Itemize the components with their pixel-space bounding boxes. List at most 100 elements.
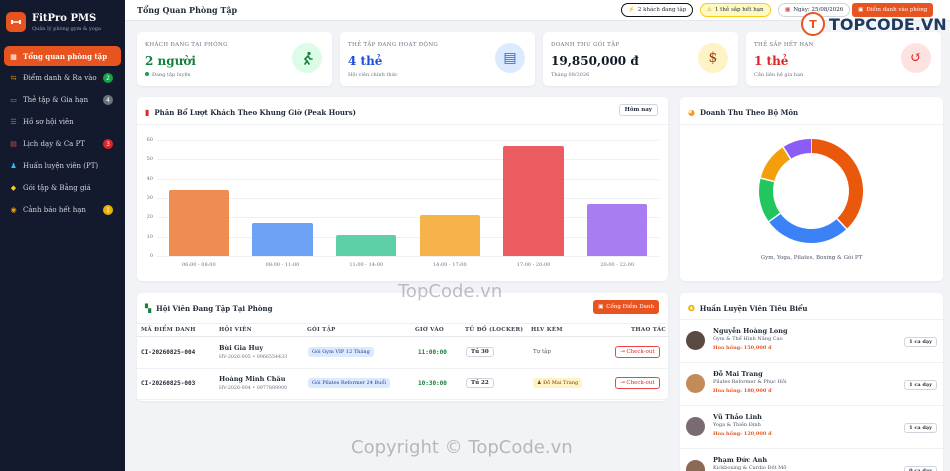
door-icon: ▚ — [145, 303, 152, 313]
stat-sub-text: Đang tập luyện — [152, 72, 191, 78]
package-tag: Gói Gym VIP 12 Tháng — [308, 347, 374, 357]
table-row: CI-20260825-004 Bùi Gia Huy HV-2026-005 • … — [137, 338, 668, 369]
sidebar-item-4[interactable]: ▤ Lịch dạy & Ca PT 3 — [4, 134, 121, 154]
coach-tag: ♟ Đỗ Mai Trang — [533, 378, 583, 388]
grid-icon: ▦ — [10, 51, 17, 61]
checkin-code: CI-20260825-003 — [141, 380, 196, 387]
id-card-icon: ▤ — [495, 43, 525, 73]
sidebar-item-0[interactable]: ▦ Tổng quan phòng tập — [4, 46, 121, 66]
table-header: MÃ ĐIỂM DANH HỘI VIÊN GÓI TẬP GIỜ VÀO TỦ ĐỒ … — [137, 323, 668, 337]
sidebar-item-label: Thẻ tập & Gia hạn — [23, 96, 89, 104]
checkout-button[interactable]: ⇥ Check-out — [615, 346, 660, 358]
avatar — [686, 460, 705, 471]
bar-4[interactable] — [503, 145, 564, 256]
stat-sub-text: Tháng 08/2026 — [551, 72, 590, 78]
coach-name: Đỗ Mai Trang — [543, 380, 579, 386]
bar-2[interactable] — [336, 234, 397, 256]
trainer-specialty: Yoga & Thiền Định — [713, 422, 761, 428]
bar-1[interactable] — [252, 223, 313, 256]
trainers-title: ✪ Huấn Luyện Viên Tiêu Biểu — [688, 303, 807, 313]
stat-card-0: KHÁCH ĐANG TẠI PHÒNG 2 người Đang tập luyệ… — [137, 32, 332, 86]
donut-slice-1[interactable] — [768, 213, 847, 243]
members-title: ▚ Hội Viên Đang Tập Tại Phòng — [145, 303, 272, 313]
y-tick-label: 30 — [146, 195, 153, 201]
sidebar-item-1[interactable]: ⇆ Điểm danh & Ra vào 2 — [4, 68, 121, 88]
stat-label: THẺ TẬP ĐANG HOẠT ĐỘNG — [348, 42, 439, 48]
checkout-button[interactable]: ⇥ Check-out — [615, 377, 660, 389]
trainer-commission: Hoa hồng: 180,000 đ — [713, 388, 772, 394]
sidebar-item-3[interactable]: ☰ Hồ sơ hội viên — [4, 112, 121, 132]
sidebar-item-label: Gói tập & Bảng giá — [23, 184, 91, 192]
center-watermark: TopCode.vn — [398, 281, 503, 302]
gridline — [157, 140, 659, 141]
sidebar-item-2[interactable]: ▭ Thẻ tập & Gia hạn 4 — [4, 90, 121, 110]
trainers-panel: ✪ Huấn Luyện Viên Tiêu Biểu Nguyễn Hoàng… — [680, 293, 943, 471]
locker-badge: Tủ 30 — [466, 347, 494, 357]
stat-card-1: THẺ TẬP ĐANG HOẠT ĐỘNG 4 thẻ Hội viên chín… — [340, 32, 535, 86]
trainers-title-text: Huấn Luyện Viên Tiêu Biểu — [699, 303, 808, 313]
checkout-label: Check-out — [626, 349, 655, 355]
trainer-name: Vũ Thảo Linh — [713, 413, 762, 421]
package-tag: Gói Pilates Reformer 24 Buổi — [308, 378, 391, 388]
donut-slice-4[interactable] — [783, 139, 812, 160]
brand-name: FitPro PMS — [32, 12, 97, 24]
table-row: CI-20260825-003 Hoàng Minh Châu HV-2026-00… — [137, 369, 668, 400]
trainer-specialty: Kickboxing & Cardio Đốt Mỡ — [713, 465, 787, 471]
trainer-name: Nguyễn Hoàng Long — [713, 327, 788, 335]
calendar-icon: ▤ — [10, 140, 17, 148]
trainer-row[interactable]: Nguyễn Hoàng Long Gym & Thể Hình Nâng Cao… — [680, 320, 943, 363]
donut-slice-3[interactable] — [760, 147, 791, 182]
stat-label: DOANH THU GÓI TẬP — [551, 42, 620, 48]
sidebar-item-6[interactable]: ◆ Gói tập & Bảng giá — [4, 178, 121, 198]
member-name[interactable]: Bùi Gia Huy — [219, 344, 263, 352]
sidebar-item-5[interactable]: ♟ Huấn luyện viên (PT) — [4, 156, 121, 176]
bar-5[interactable] — [587, 203, 648, 256]
sidebar-item-7[interactable]: ◉ Cảnh báo hết hạn 1 — [4, 200, 121, 220]
trainer-commission: Hoa hồng: 120,000 đ — [713, 431, 772, 437]
members-title-text: Hội Viên Đang Tập Tại Phòng — [156, 303, 273, 313]
trainer-row[interactable]: Vũ Thảo Linh Yoga & Thiền Định Hoa hồng: 1… — [680, 406, 943, 449]
checkin-gate-button[interactable]: ▣ Cổng Điểm Danh — [593, 300, 659, 314]
checkin-gate-label: Cổng Điểm Danh — [606, 304, 654, 310]
peak-hours-panel: ▮ Phân Bổ Lượt Khách Theo Khung Giờ (Pea… — [137, 97, 668, 281]
x-tick-label: 14:00 - 17:00 — [432, 262, 467, 268]
bar-3[interactable] — [419, 215, 480, 256]
expiring-cards-pill[interactable]: ⚠ 1 thẻ sắp hết hạn — [700, 3, 771, 17]
stat-sub: Cần liên hệ gia hạn — [754, 72, 803, 78]
member-name[interactable]: Hoàng Minh Châu — [219, 375, 285, 383]
status-dot — [145, 72, 149, 76]
revenue-caption: Gym, Yoga, Pilates, Boxing & Gói PT — [760, 255, 863, 261]
active-guests-label: 2 khách đang tập — [637, 7, 687, 13]
sidebar-badge: 3 — [103, 139, 113, 149]
shift-badge: 1 ca dạy — [904, 380, 937, 390]
column-header: HLV KÈM — [531, 327, 563, 333]
stat-card-2: DOANH THU GÓI TẬP 19,850,000 đ Tháng 08/20… — [543, 32, 738, 86]
stat-card-3: THẺ SẮP HẾT HẠN 1 thẻ Cần liên hệ gia hạn ↺ — [746, 32, 941, 86]
topcode-logo-watermark: T TOPCODE.VN — [801, 12, 947, 36]
peak-hours-chart: 0 10 20 30 40 50 60 06:00 - 08:00 08:00 - 11:00 1… — [137, 97, 668, 281]
donut-slice-2[interactable] — [759, 178, 781, 222]
stat-label: THẺ SẮP HẾT HẠN — [754, 42, 814, 48]
copyright-watermark: Copyright © TopCode.vn — [351, 437, 573, 458]
coach-self: Tự tập — [533, 349, 551, 355]
active-guests-pill[interactable]: ⚡ 2 khách đang tập — [621, 3, 694, 17]
stat-sub: Hội viên chính thức — [348, 72, 398, 78]
sidebar: FitPro PMS Quản lý phòng gym & yoga ▦ Tổn… — [0, 0, 125, 471]
lightning-icon: ⚡ — [628, 7, 635, 13]
gridline — [157, 217, 659, 219]
sidebar-item-label: Điểm danh & Ra vào — [23, 74, 97, 82]
column-header: MÃ ĐIỂM DANH — [141, 327, 196, 333]
dumbbell-icon — [6, 12, 26, 32]
checkin-icon: ⇆ — [10, 74, 17, 82]
sidebar-item-label: Huấn luyện viên (PT) — [23, 162, 99, 170]
trainer-row[interactable]: Phạm Đức Anh Kickboxing & Cardio Đốt Mỡ 0 … — [680, 449, 943, 471]
shift-badge: 1 ca dạy — [904, 337, 937, 347]
gate-icon: ▣ — [598, 304, 604, 310]
trainer-row[interactable]: Đỗ Mai Trang Pilates Reformer & Phục Hồi H… — [680, 363, 943, 406]
brand[interactable]: FitPro PMS Quản lý phòng gym & yoga — [0, 0, 125, 46]
member-meta: HV-2026-004 • 0977889900 — [219, 386, 288, 391]
y-tick-label: 40 — [146, 175, 153, 182]
x-tick-label: 06:00 - 08:00 — [181, 262, 216, 268]
donut-slice-0[interactable] — [810, 139, 863, 229]
bar-0[interactable] — [168, 190, 229, 256]
